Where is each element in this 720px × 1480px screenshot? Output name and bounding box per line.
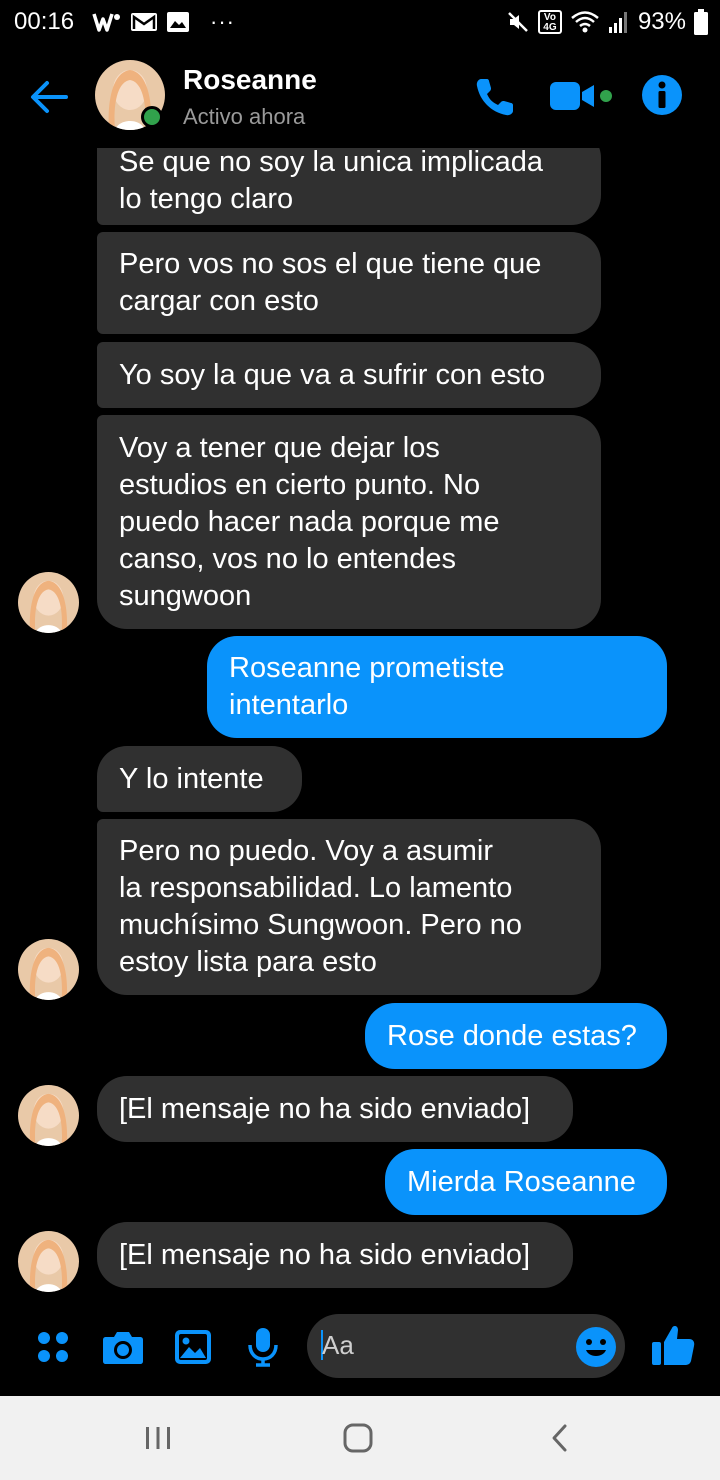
sender-avatar[interactable]: [18, 1231, 79, 1292]
online-indicator: [141, 106, 163, 128]
mail-icon: [131, 13, 157, 31]
info-icon[interactable]: [641, 74, 683, 116]
microphone-icon[interactable]: [240, 1324, 286, 1370]
gallery-icon[interactable]: [170, 1324, 216, 1370]
sent-message[interactable]: Roseanne prometiste intentarlo: [207, 636, 667, 738]
like-icon[interactable]: [650, 1322, 696, 1368]
recent-apps-icon[interactable]: [138, 1420, 178, 1456]
back-arrow-icon[interactable]: [26, 74, 72, 120]
signal-icon: [608, 12, 627, 33]
avatar-photo: [18, 939, 79, 1000]
battery-icon: [694, 9, 708, 35]
status-bar: 00:16 ··· Vo 4G 93%: [0, 0, 720, 44]
received-message[interactable]: [El mensaje no ha sido enviado]: [97, 1076, 573, 1142]
received-message[interactable]: Yo soy la que va a sufrir con esto: [97, 342, 601, 408]
image-notification-icon: [167, 12, 189, 32]
status-time: 00:16: [14, 8, 75, 35]
message-input-placeholder: Aa: [322, 1330, 354, 1360]
webtoon-icon: [92, 13, 120, 32]
avatar-photo: [18, 1085, 79, 1146]
phone-call-icon[interactable]: [472, 74, 518, 120]
home-icon[interactable]: [338, 1420, 378, 1456]
battery-percentage: 93%: [637, 8, 686, 35]
received-message[interactable]: Pero vos no sos el que tiene que cargar …: [97, 232, 601, 334]
video-call-icon[interactable]: [548, 76, 616, 116]
message-list[interactable]: Se que no soy la unica implicada lo teng…: [0, 148, 720, 1300]
received-message[interactable]: Pero no puedo. Voy a asumir la responsab…: [97, 819, 601, 995]
system-indicators: Vo 4G 93%: [506, 8, 708, 36]
camera-icon[interactable]: [100, 1324, 146, 1370]
contact-name[interactable]: Roseanne: [183, 64, 317, 96]
apps-icon[interactable]: [30, 1324, 76, 1370]
back-icon[interactable]: [540, 1420, 580, 1456]
sender-avatar[interactable]: [18, 939, 79, 1000]
sender-avatar[interactable]: [18, 572, 79, 633]
sender-avatar[interactable]: [18, 1085, 79, 1146]
received-message[interactable]: Voy a tener que dejar los estudios en ci…: [97, 415, 601, 629]
mute-icon: [508, 12, 528, 32]
conversation-header: Roseanne Activo ahora: [0, 44, 720, 148]
volte-4g-icon: Vo 4G: [537, 10, 562, 34]
sent-message[interactable]: Mierda Roseanne: [385, 1149, 667, 1215]
received-message[interactable]: Y lo intente: [97, 746, 302, 812]
received-message[interactable]: [El mensaje no ha sido enviado]: [97, 1222, 573, 1288]
emoji-icon[interactable]: [575, 1326, 617, 1368]
wifi-icon: [571, 11, 599, 33]
received-message[interactable]: Se que no soy la unica implicada lo teng…: [97, 148, 601, 225]
contact-status: Activo ahora: [183, 104, 306, 129]
more-notifications-icon: ···: [210, 9, 235, 34]
system-navigation-bar: [0, 1396, 720, 1480]
avatar-photo: [18, 572, 79, 633]
avatar-photo: [18, 1231, 79, 1292]
notification-icons: ···: [92, 8, 235, 36]
sent-message[interactable]: Rose donde estas?: [365, 1003, 667, 1069]
